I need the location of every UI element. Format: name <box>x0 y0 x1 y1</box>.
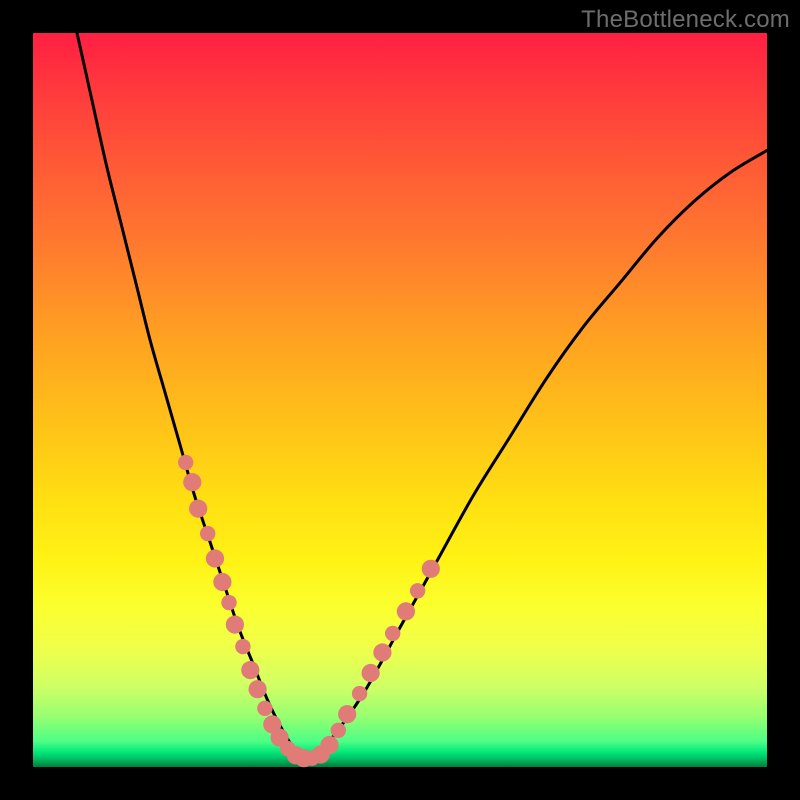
curve-marker <box>362 664 380 682</box>
watermark-text: TheBottleneck.com <box>581 6 790 34</box>
curve-marker <box>397 602 415 620</box>
curve-marker <box>352 686 367 701</box>
curve-marker <box>200 526 215 541</box>
curve-marker <box>385 626 400 641</box>
curve-marker <box>249 680 267 698</box>
curve-marker <box>221 595 236 610</box>
curve-marker <box>178 455 193 470</box>
curve-marker <box>410 583 425 598</box>
curve-marker <box>338 705 356 723</box>
curve-marker <box>189 500 207 518</box>
curve-marker <box>235 639 250 654</box>
chart-overlay-svg <box>33 33 767 767</box>
curve-marker <box>373 643 391 661</box>
curve-marker <box>206 549 224 567</box>
bottleneck-curve <box>77 33 767 760</box>
curve-marker <box>331 723 346 738</box>
curve-marker <box>320 736 338 754</box>
marker-group <box>178 455 440 768</box>
curve-marker <box>257 701 272 716</box>
curve-marker <box>241 661 259 679</box>
chart-frame: TheBottleneck.com <box>0 0 800 800</box>
curve-marker <box>422 560 440 578</box>
curve-marker <box>226 616 244 634</box>
curve-marker <box>213 573 231 591</box>
curve-marker <box>183 473 201 491</box>
